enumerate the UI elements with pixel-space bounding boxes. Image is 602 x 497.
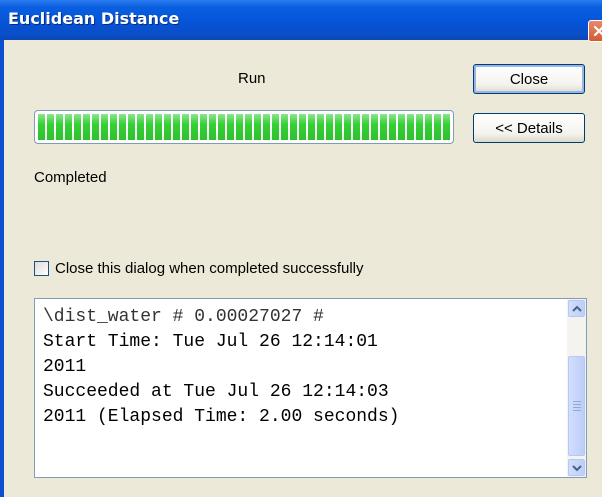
window-title: Euclidean Distance — [8, 9, 180, 28]
progress-fill — [38, 114, 450, 140]
log-line: \dist_water # 0.00027027 # — [43, 307, 324, 327]
chevron-down-icon — [572, 465, 582, 472]
log-scrollbar[interactable] — [567, 299, 586, 477]
close-button[interactable]: Close — [473, 64, 585, 94]
log-line: 2011 (Elapsed Time: 2.00 seconds) — [43, 407, 400, 427]
run-label: Run — [238, 70, 266, 87]
log-text: \dist_water # 0.00027027 # Start Time: T… — [43, 305, 563, 430]
scroll-down-button[interactable] — [568, 459, 585, 476]
scroll-up-button[interactable] — [568, 300, 585, 317]
close-on-complete-checkbox[interactable] — [34, 260, 49, 276]
window-close-icon[interactable] — [588, 20, 602, 42]
message-log[interactable]: \dist_water # 0.00027027 # Start Time: T… — [34, 298, 587, 478]
details-button[interactable]: << Details — [473, 113, 585, 143]
progress-bar — [34, 110, 454, 144]
log-line: Start Time: Tue Jul 26 12:14:01 — [43, 332, 378, 352]
title-bar[interactable]: Euclidean Distance — [0, 0, 602, 42]
scroll-thumb[interactable] — [568, 356, 585, 456]
dialog-window: Euclidean Distance Run Close << Details … — [0, 0, 602, 497]
close-on-complete-label: Close this dialog when completed success… — [55, 259, 364, 277]
chevron-up-icon — [572, 305, 582, 312]
log-line: 2011 — [43, 357, 87, 377]
close-on-complete-option[interactable]: Close this dialog when completed success… — [34, 258, 364, 278]
window-frame-left — [0, 40, 4, 497]
status-text: Completed — [34, 169, 107, 186]
log-line: Succeeded at Tue Jul 26 12:14:03 — [43, 382, 389, 402]
